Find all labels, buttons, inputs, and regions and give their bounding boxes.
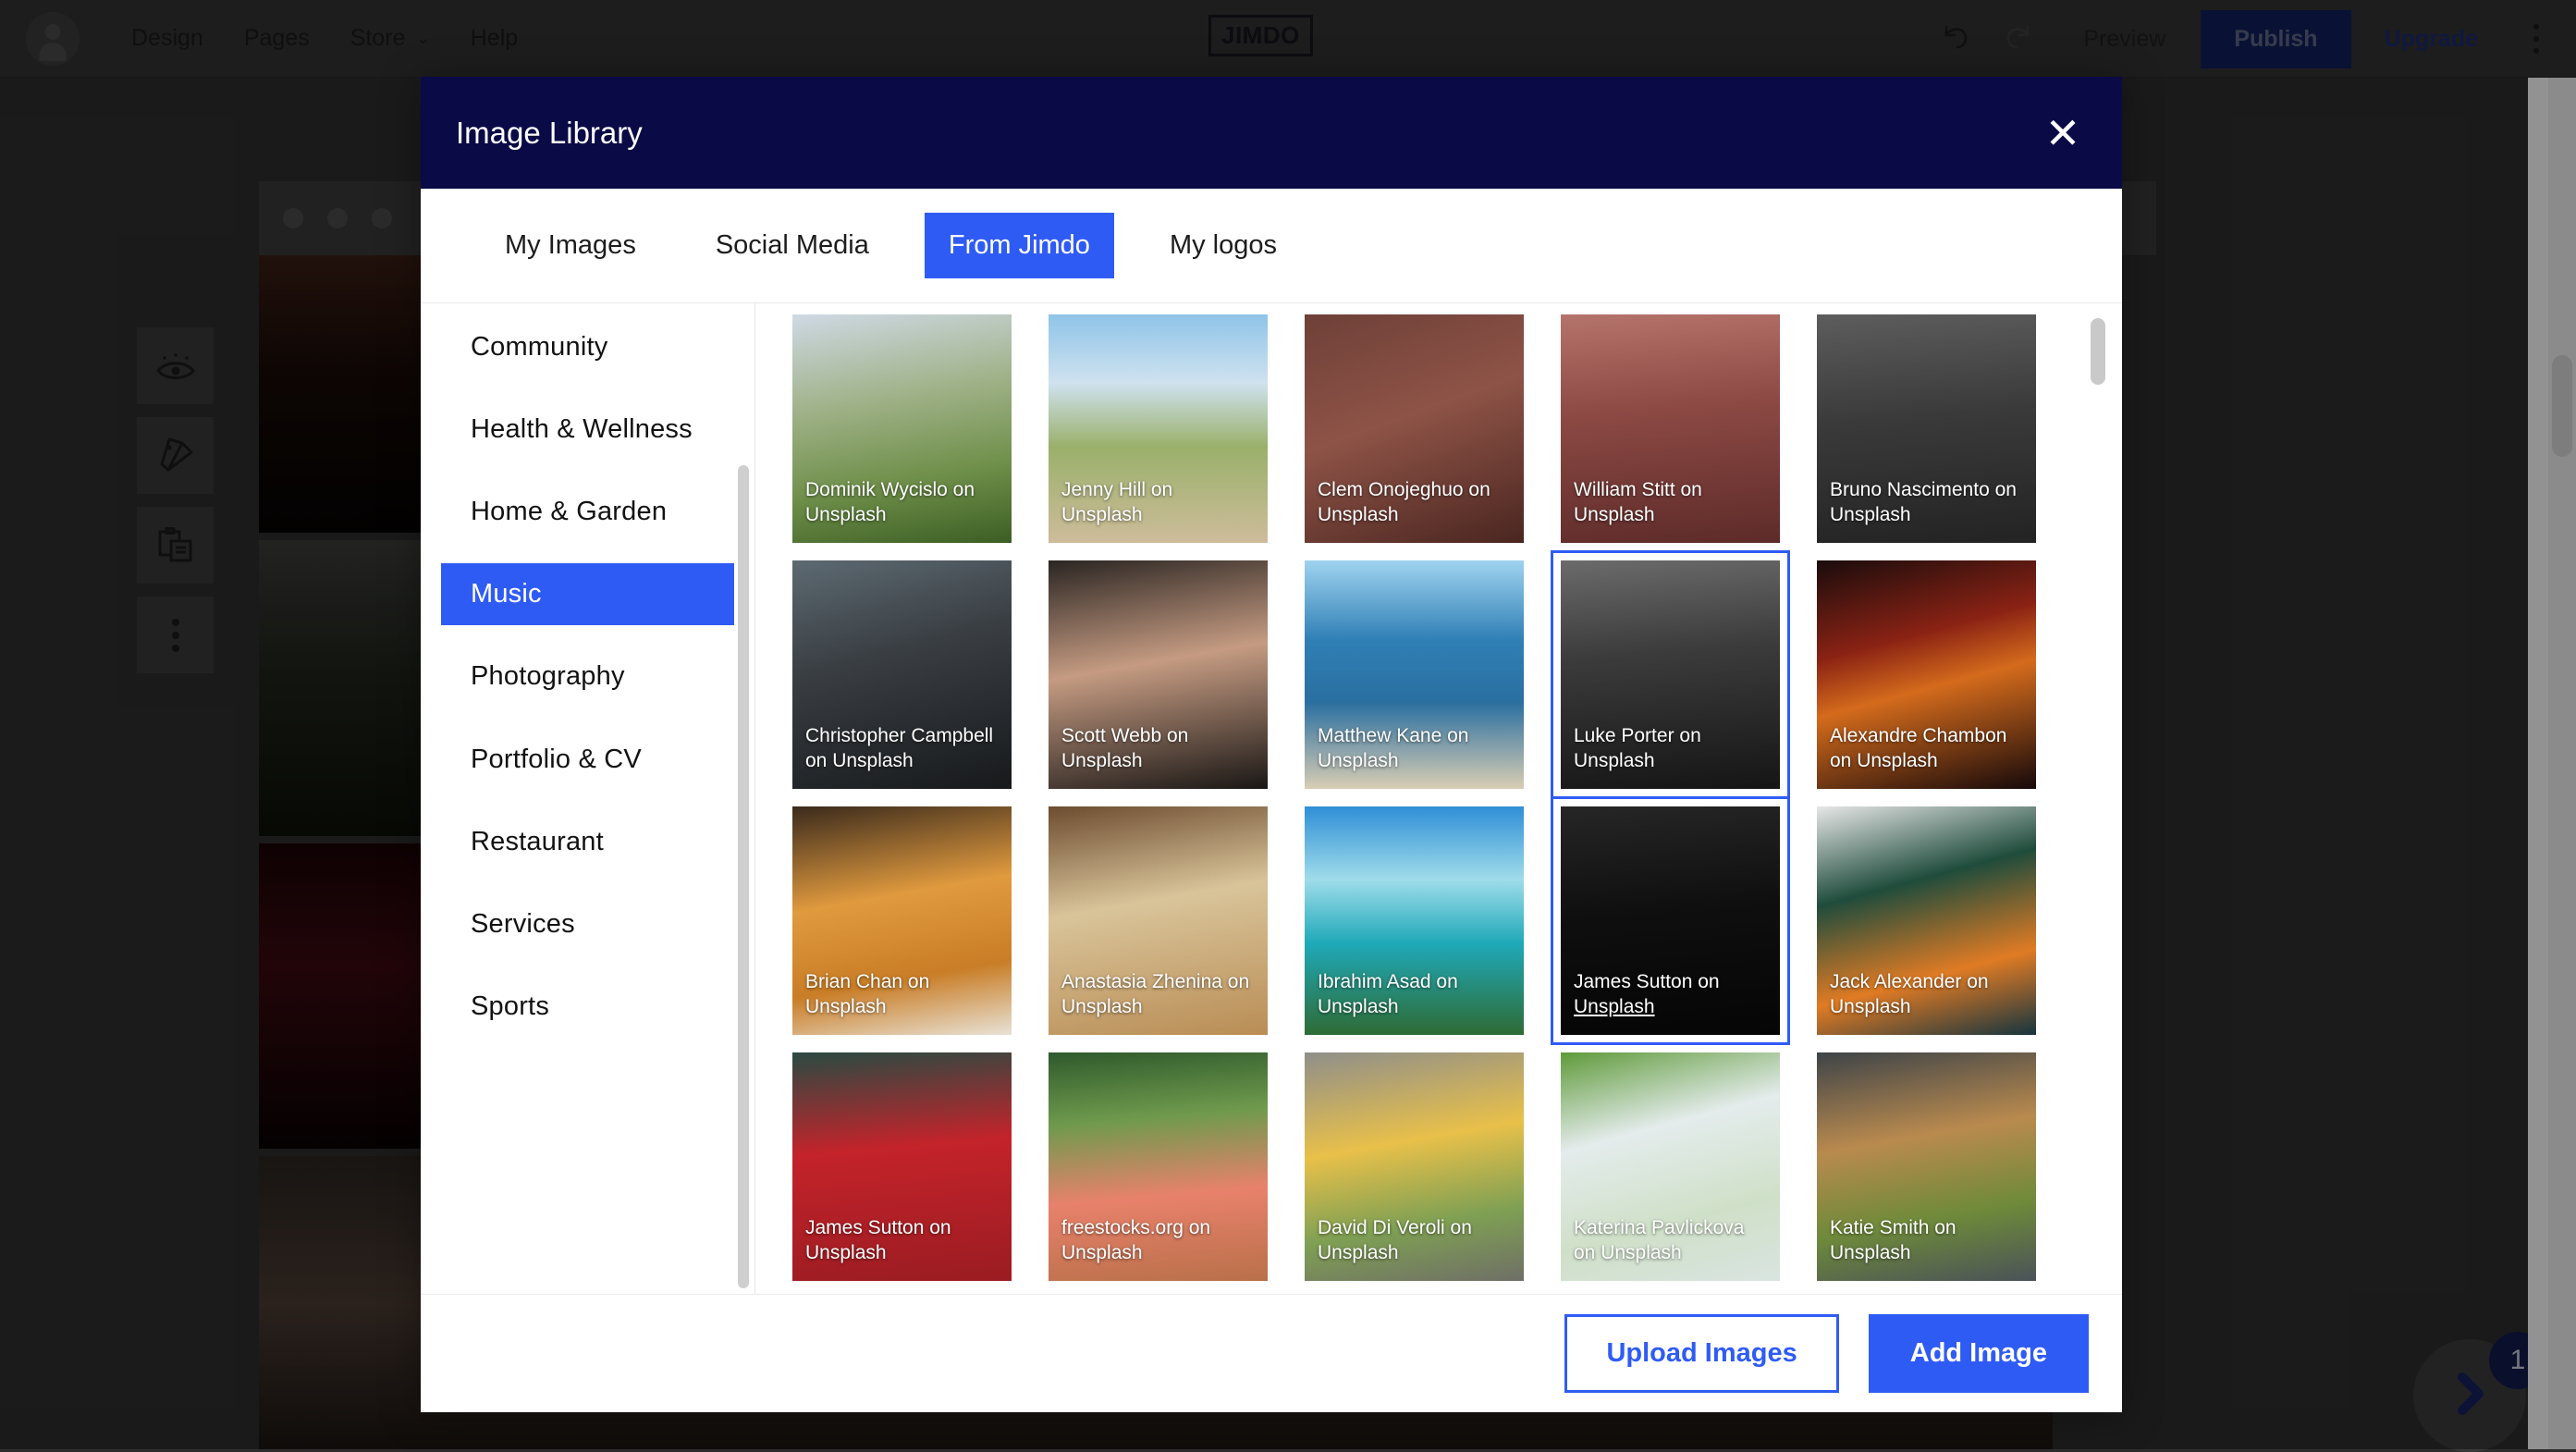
image-card[interactable]: Scott Webb on Unsplash bbox=[1049, 560, 1268, 789]
sidebar-item-services[interactable]: Services bbox=[441, 893, 734, 955]
image-card[interactable]: James Sutton on Unsplash bbox=[1561, 806, 1780, 1035]
tab-social-media[interactable]: Social Media bbox=[692, 213, 893, 278]
image-card[interactable]: Jenny Hill on Unsplash bbox=[1049, 314, 1268, 543]
image-card[interactable]: Christopher Campbell on Unsplash bbox=[792, 560, 1012, 789]
image-card[interactable]: Bruno Nascimento on Unsplash bbox=[1817, 314, 2036, 543]
close-icon[interactable]: ✕ bbox=[2039, 109, 2087, 157]
image-card[interactable]: Luke Porter on Unsplash bbox=[1561, 560, 1780, 789]
image-caption: Dominik Wycislo on Unsplash bbox=[805, 477, 999, 528]
image-caption: Jenny Hill on Unsplash bbox=[1061, 477, 1255, 528]
sidebar-item-community[interactable]: Community bbox=[441, 316, 734, 378]
image-caption: Clem Onojeghuo on Unsplash bbox=[1318, 477, 1511, 528]
image-caption: Luke Porter on Unsplash bbox=[1574, 723, 1767, 774]
image-library-modal: Image Library ✕ My Images Social Media F… bbox=[421, 77, 2122, 1412]
tab-from-jimdo[interactable]: From Jimdo bbox=[925, 213, 1114, 278]
image-card[interactable]: Ibrahim Asad on Unsplash bbox=[1305, 806, 1524, 1035]
image-card[interactable]: Dominik Wycislo on Unsplash bbox=[792, 314, 1012, 543]
sidebar-item-health-wellness[interactable]: Health & Wellness bbox=[441, 399, 734, 461]
image-caption: Bruno Nascimento on Unsplash bbox=[1830, 477, 2023, 528]
image-caption: David Di Veroli on Unsplash bbox=[1318, 1215, 1511, 1266]
image-caption: William Stitt on Unsplash bbox=[1574, 477, 1767, 528]
modal-header: Image Library ✕ bbox=[421, 77, 2122, 189]
sidebar-scroll-track[interactable] bbox=[736, 303, 749, 1294]
image-card[interactable]: Brian Chan on Unsplash bbox=[792, 806, 1012, 1035]
image-caption: Jack Alexander on Unsplash bbox=[1830, 969, 2023, 1020]
image-caption: Katerina Pavlickova on Unsplash bbox=[1574, 1215, 1767, 1266]
image-card[interactable]: Clem Onojeghuo on Unsplash bbox=[1305, 314, 1524, 543]
sidebar-item-photography[interactable]: Photography bbox=[441, 646, 734, 708]
image-card[interactable]: David Di Veroli on Unsplash bbox=[1305, 1052, 1524, 1281]
image-card[interactable]: Jack Alexander on Unsplash bbox=[1817, 806, 2036, 1035]
image-caption: Ibrahim Asad on Unsplash bbox=[1318, 969, 1511, 1020]
image-caption: James Sutton on Unsplash bbox=[1574, 969, 1767, 1020]
modal-title: Image Library bbox=[456, 116, 643, 151]
modal-footer: Upload Images Add Image bbox=[421, 1294, 2122, 1412]
image-caption: Scott Webb on Unsplash bbox=[1061, 723, 1255, 774]
image-grid-container: Dominik Wycislo on Unsplash Jenny Hill on… bbox=[755, 303, 2122, 1294]
image-card[interactable]: Alexandre Chambon on Unsplash bbox=[1817, 560, 2036, 789]
image-card[interactable]: Katerina Pavlickova on Unsplash bbox=[1561, 1052, 1780, 1281]
sidebar-item-home-garden[interactable]: Home & Garden bbox=[441, 481, 734, 543]
image-caption: Christopher Campbell on Unsplash bbox=[805, 723, 999, 774]
modal-body: Community Health & Wellness Home & Garde… bbox=[421, 303, 2122, 1294]
modal-tabs: My Images Social Media From Jimdo My log… bbox=[421, 189, 2122, 303]
image-card[interactable]: Anastasia Zhenina on Unsplash bbox=[1049, 806, 1268, 1035]
sidebar-item-music[interactable]: Music bbox=[441, 563, 734, 625]
grid-scroll-track[interactable] bbox=[2091, 309, 2105, 1288]
image-card[interactable]: William Stitt on Unsplash bbox=[1561, 314, 1780, 543]
image-card[interactable]: Matthew Kane on Unsplash bbox=[1305, 560, 1524, 789]
sidebar-scroll-thumb[interactable] bbox=[738, 465, 749, 1288]
image-card[interactable]: James Sutton on Unsplash bbox=[792, 1052, 1012, 1281]
image-caption: James Sutton on Unsplash bbox=[805, 1215, 999, 1266]
sidebar-item-sports[interactable]: Sports bbox=[441, 976, 734, 1038]
grid-scroll-thumb[interactable] bbox=[2091, 318, 2105, 385]
sidebar-item-restaurant[interactable]: Restaurant bbox=[441, 811, 734, 873]
image-caption: freestocks.org on Unsplash bbox=[1061, 1215, 1255, 1266]
tab-my-logos[interactable]: My logos bbox=[1146, 213, 1301, 278]
upload-images-button[interactable]: Upload Images bbox=[1564, 1314, 1838, 1393]
sidebar-item-portfolio-cv[interactable]: Portfolio & CV bbox=[441, 729, 734, 791]
image-caption: Brian Chan on Unsplash bbox=[805, 969, 999, 1020]
image-caption: Katie Smith on Unsplash bbox=[1830, 1215, 2023, 1266]
tab-my-images[interactable]: My Images bbox=[481, 213, 660, 278]
image-caption: Matthew Kane on Unsplash bbox=[1318, 723, 1511, 774]
image-card[interactable]: freestocks.org on Unsplash bbox=[1049, 1052, 1268, 1281]
category-sidebar: Community Health & Wellness Home & Garde… bbox=[421, 303, 755, 1294]
image-caption: Anastasia Zhenina on Unsplash bbox=[1061, 969, 1255, 1020]
image-card[interactable]: Katie Smith on Unsplash bbox=[1817, 1052, 2036, 1281]
image-caption: Alexandre Chambon on Unsplash bbox=[1830, 723, 2023, 774]
image-grid: Dominik Wycislo on Unsplash Jenny Hill on… bbox=[792, 314, 2068, 1294]
add-image-button[interactable]: Add Image bbox=[1869, 1314, 2089, 1393]
